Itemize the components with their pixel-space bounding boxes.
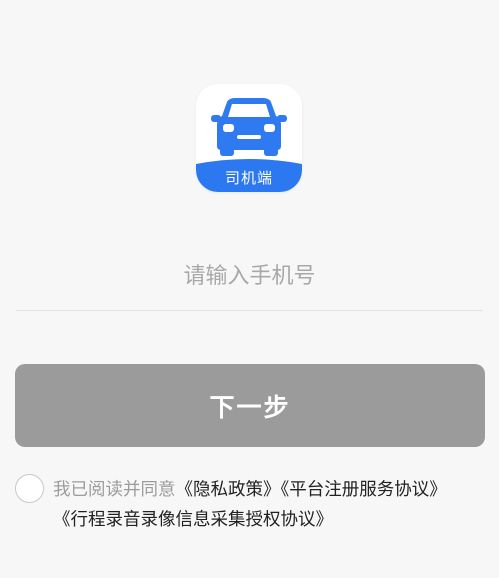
recording-agreement-link[interactable]: 《行程录音录像信息采集授权协议》 bbox=[53, 510, 333, 530]
agreement-prefix: 我已阅读并同意 bbox=[53, 480, 176, 500]
app-logo: 司机端 bbox=[196, 84, 302, 192]
agreement-text: 我已阅读并同意《隐私政策》《平台注册服务协议》《行程录音录像信息采集授权协议》 bbox=[53, 475, 493, 535]
phone-input[interactable] bbox=[16, 252, 483, 300]
registration-agreement-link[interactable]: 《平台注册服务协议》 bbox=[281, 480, 447, 500]
app-badge-label: 司机端 bbox=[224, 169, 273, 187]
privacy-policy-link[interactable]: 《隐私政策》 bbox=[176, 480, 281, 500]
car-icon bbox=[211, 98, 287, 156]
next-step-button[interactable]: 下一步 bbox=[15, 364, 485, 447]
agreement-checkbox[interactable] bbox=[15, 474, 44, 503]
input-divider bbox=[16, 310, 483, 311]
login-screen: 司机端 下一步 我已阅读并同意《隐私政策》《平台注册服务协议》《行程录音录像信息… bbox=[0, 0, 499, 578]
